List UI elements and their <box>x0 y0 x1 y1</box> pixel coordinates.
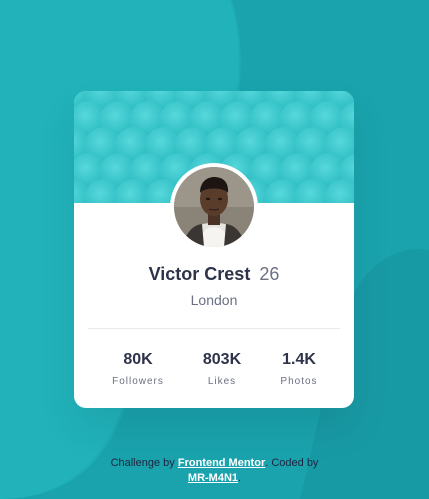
author-link[interactable]: MR-M4N1 <box>188 472 238 484</box>
stat-photos: 1.4K Photos <box>259 350 339 387</box>
profile-location: London <box>190 292 238 308</box>
stat-value: 1.4K <box>282 351 316 368</box>
attribution: Challenge by Frontend Mentor. Coded by M… <box>0 456 429 486</box>
stat-label: Followers <box>112 376 164 387</box>
attribution-middle: . Coded by <box>265 457 319 469</box>
stat-value: 80K <box>123 351 153 368</box>
frontend-mentor-link[interactable]: Frontend Mentor <box>178 457 265 469</box>
stat-likes: 803K Likes <box>182 350 262 387</box>
profile-card: Victor Crest 26 London 80K Followers 803… <box>74 91 354 408</box>
stat-value: 803K <box>202 351 242 368</box>
name-row: Victor Crest 26 <box>74 264 354 285</box>
attribution-suffix: . <box>238 472 242 484</box>
profile-photo-icon <box>174 167 254 247</box>
stat-label: Likes <box>207 376 237 387</box>
profile-age: 26 <box>259 264 280 284</box>
stat-label: Photos <box>280 376 318 387</box>
attribution-prefix: Challenge by <box>110 457 175 469</box>
profile-name: Victor Crest <box>148 264 251 284</box>
avatar <box>170 163 258 251</box>
divider <box>88 328 340 329</box>
stat-followers: 80K Followers <box>98 350 178 387</box>
